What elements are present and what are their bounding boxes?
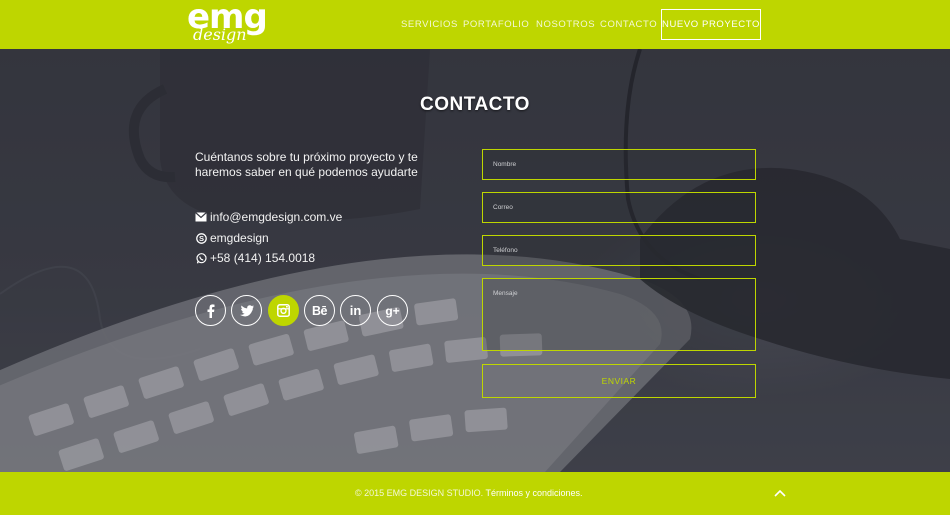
nav-item-nosotros[interactable]: NOSOTROS — [536, 19, 595, 30]
instagram-icon[interactable] — [268, 295, 299, 326]
phone-input[interactable] — [482, 235, 756, 266]
back-to-top-icon[interactable] — [772, 486, 788, 500]
svg-text:S: S — [198, 234, 203, 243]
skype-icon: S — [195, 232, 207, 244]
message-input[interactable] — [482, 278, 756, 351]
logo[interactable]: emg design — [187, 0, 268, 47]
linkedin-icon[interactable]: in — [340, 295, 371, 326]
email-input[interactable] — [482, 192, 756, 223]
terms-link[interactable]: Términos y condiciones. — [486, 488, 583, 498]
nav-item-servicios[interactable]: SERVICIOS — [401, 19, 458, 30]
phone-row[interactable]: +58 (414) 154.0018 — [195, 251, 315, 265]
name-input[interactable] — [482, 149, 756, 180]
facebook-icon[interactable] — [195, 295, 226, 326]
nav-item-portafolio[interactable]: PORTAFOLIO — [463, 19, 529, 30]
nav-item-contacto[interactable]: CONTACTO — [600, 19, 657, 30]
contact-skype: emgdesign — [210, 231, 269, 245]
contact-email: info@emgdesign.com.ve — [210, 210, 343, 224]
copyright: © 2015 EMG DESIGN STUDIO. — [355, 488, 484, 498]
contact-title: CONTACTO — [420, 94, 530, 115]
whatsapp-icon — [195, 252, 207, 264]
google-plus-icon[interactable]: g+ — [377, 295, 408, 326]
contact-phone: +58 (414) 154.0018 — [210, 251, 316, 265]
send-button[interactable]: ENVIAR — [482, 364, 756, 398]
site-footer: © 2015 EMG DESIGN STUDIO. Términos y con… — [0, 472, 950, 515]
envelope-icon — [195, 211, 207, 223]
skype-row[interactable]: S emgdesign — [195, 231, 269, 245]
contact-intro: Cuéntanos sobre tu próximo proyecto y te… — [195, 150, 418, 179]
twitter-icon[interactable] — [231, 295, 262, 326]
logo-sub: design — [193, 25, 247, 44]
email-row[interactable]: info@emgdesign.com.ve — [195, 210, 342, 224]
site-header: emg design SERVICIOS PORTAFOLIO NOSOTROS… — [0, 0, 950, 49]
contact-section: CONTACTO Cuéntanos sobre tu próximo proy… — [0, 49, 950, 472]
behance-icon[interactable]: Bē — [304, 295, 335, 326]
footer-text: © 2015 EMG DESIGN STUDIO. Términos y con… — [355, 488, 583, 498]
new-project-button[interactable]: NUEVO PROYECTO — [661, 9, 761, 40]
